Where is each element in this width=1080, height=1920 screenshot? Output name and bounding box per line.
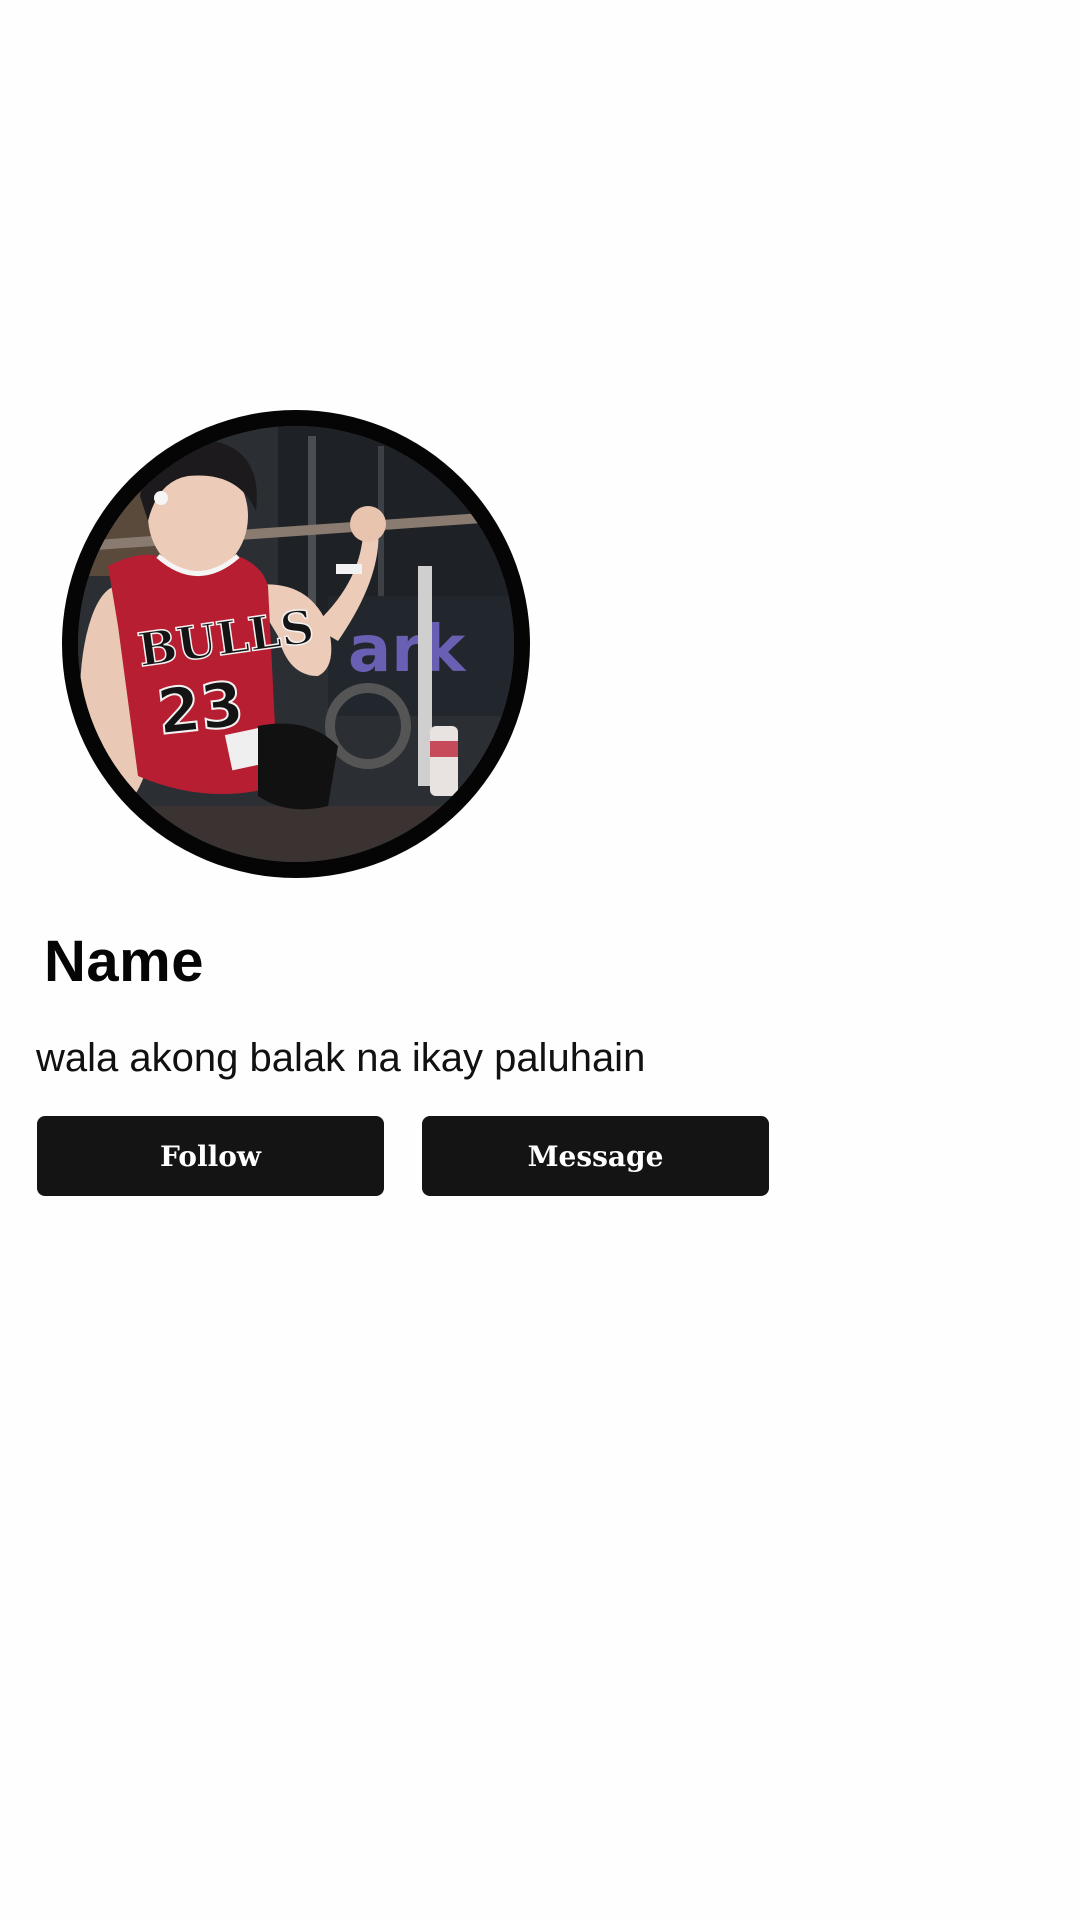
profile-page: ark BULLS 23 Name wala akong balak na ik… [0,0,1080,1920]
avatar-photo: ark BULLS 23 [78,426,514,862]
avatar[interactable]: ark BULLS 23 [62,410,530,878]
message-button[interactable]: Message [422,1116,769,1196]
follow-button[interactable]: Follow [37,1116,384,1196]
profile-name: Name [44,929,204,994]
profile-bio: wala akong balak na ikay paluhain [36,1036,646,1080]
svg-text:ark: ark [348,613,467,687]
